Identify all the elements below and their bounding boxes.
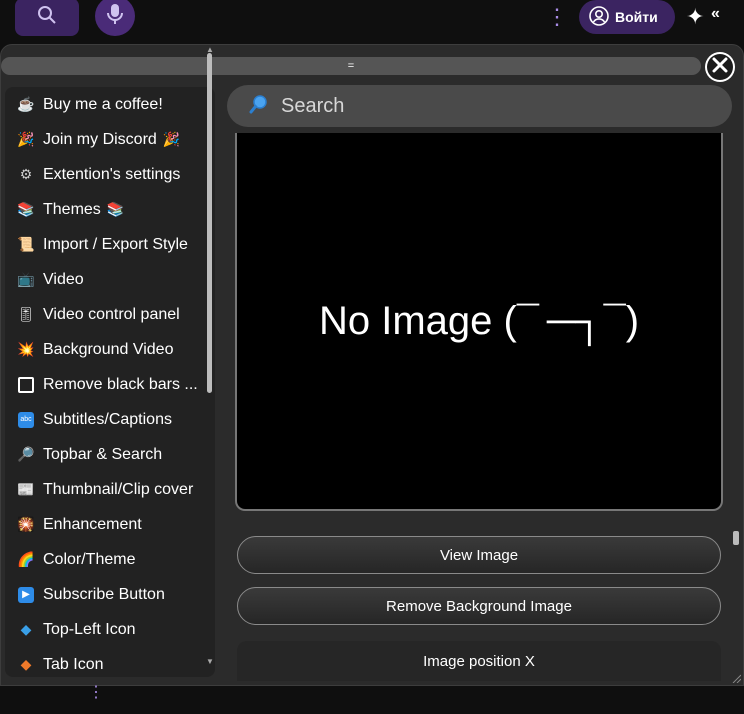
square-icon: [17, 376, 35, 394]
abc-icon: abc: [17, 411, 35, 429]
sidebar-item-thumbnail[interactable]: 📰 Thumbnail/Clip cover: [5, 472, 215, 507]
scroll-down-arrow-icon[interactable]: ▼: [206, 657, 214, 666]
settings-menu: ☕ Buy me a coffee! 🎉 Join my Discord 🎉 ⚙ Ext…: [5, 87, 215, 677]
sidebar-item-enhancement[interactable]: 🎇 Enhancement: [5, 507, 215, 542]
sparkler-icon: 🎇: [17, 516, 35, 532]
burst-icon: 💥: [17, 341, 35, 357]
sidebar-item-background-video[interactable]: 💥 Background Video: [5, 332, 215, 367]
content-scrollbar[interactable]: [733, 531, 739, 545]
search-input[interactable]: [279, 93, 683, 119]
themes-icon: 📚: [17, 201, 35, 217]
settings-sidebar: ☕ Buy me a coffee! 🎉 Join my Discord 🎉 ⚙ Ext…: [5, 87, 215, 677]
double-chevron-icon[interactable]: «: [711, 5, 720, 23]
magnifier-icon: [249, 94, 269, 119]
view-image-button[interactable]: View Image: [237, 536, 721, 574]
search-icon: [37, 5, 57, 30]
party-icon: 🎉: [17, 131, 35, 147]
party-trail-icon: 🎉: [162, 131, 181, 147]
remove-background-image-button[interactable]: Remove Background Image: [237, 587, 721, 625]
tv-icon: 📺: [17, 271, 35, 287]
sidebar-item-color-theme[interactable]: 🌈 Color/Theme: [5, 542, 215, 577]
search-field[interactable]: [227, 85, 732, 127]
scroll-icon: 📜: [17, 236, 35, 252]
sidebar-item-buy-coffee[interactable]: ☕ Buy me a coffee!: [5, 87, 215, 122]
login-label: Войти: [615, 9, 658, 25]
sidebar-item-subscribe[interactable]: ▶ Subscribe Button: [5, 577, 215, 612]
sidebar-item-settings[interactable]: ⚙ Extention's settings: [5, 157, 215, 192]
voice-search-button[interactable]: [95, 0, 135, 36]
no-image-message: No Image (¯ ─┐¯): [318, 298, 640, 343]
image-preview: No Image (¯ ─┐¯): [235, 133, 723, 511]
sidebar-item-remove-black-bars[interactable]: Remove black bars ...: [5, 367, 215, 402]
sidebar-item-import-export[interactable]: 📜 Import / Export Style: [5, 227, 215, 262]
more-options-icon[interactable]: ⋮: [546, 4, 568, 30]
rainbow-icon: 🌈: [17, 551, 35, 567]
drag-handle[interactable]: =: [1, 57, 701, 75]
magnifier-icon: 🔎: [17, 446, 35, 462]
close-icon: [712, 57, 728, 78]
sidebar-item-topbar-search[interactable]: 🔎 Topbar & Search: [5, 437, 215, 472]
play-icon: ▶: [17, 586, 35, 604]
sidebar-item-top-left-icon[interactable]: ◆ Top-Left Icon: [5, 612, 215, 647]
more-options-bottom-icon[interactable]: ⋮: [88, 682, 104, 702]
control-icon: 🎚: [17, 306, 35, 322]
gear-icon: ⚙: [19, 166, 33, 182]
login-button[interactable]: Войти: [579, 0, 675, 34]
search-button[interactable]: [15, 0, 79, 36]
close-button[interactable]: [705, 52, 735, 82]
sidebar-item-subtitles[interactable]: abc Subtitles/Captions: [5, 402, 215, 437]
diamond-blue-icon: ◆: [20, 621, 32, 637]
sidebar-item-tab-icon[interactable]: ◆ Tab Icon: [5, 647, 215, 677]
settings-panel: = ☕ Buy me a coffee! 🎉 Join my Discord 🎉 ⚙ E…: [0, 44, 744, 686]
sidebar-item-themes[interactable]: 📚 Themes 📚: [5, 192, 215, 227]
themes-trail-icon: 📚: [106, 201, 125, 217]
resize-grip-icon[interactable]: [731, 673, 741, 683]
sparkle-icon[interactable]: ✦: [686, 4, 704, 30]
image-position-x-label: Image position X: [237, 641, 721, 681]
diamond-orange-icon: ◆: [20, 656, 32, 672]
newspaper-icon: 📰: [17, 481, 35, 497]
account-icon: [589, 5, 609, 29]
bottom-strip: [0, 686, 744, 714]
sidebar-scrollbar[interactable]: [207, 53, 212, 393]
coffee-icon: ☕: [17, 96, 35, 112]
sidebar-item-discord[interactable]: 🎉 Join my Discord 🎉: [5, 122, 215, 157]
top-bar: ⋮ Войти ✦ «: [0, 0, 744, 40]
sidebar-item-video[interactable]: 📺 Video: [5, 262, 215, 297]
sidebar-item-video-control[interactable]: 🎚 Video control panel: [5, 297, 215, 332]
microphone-icon: [107, 3, 123, 30]
